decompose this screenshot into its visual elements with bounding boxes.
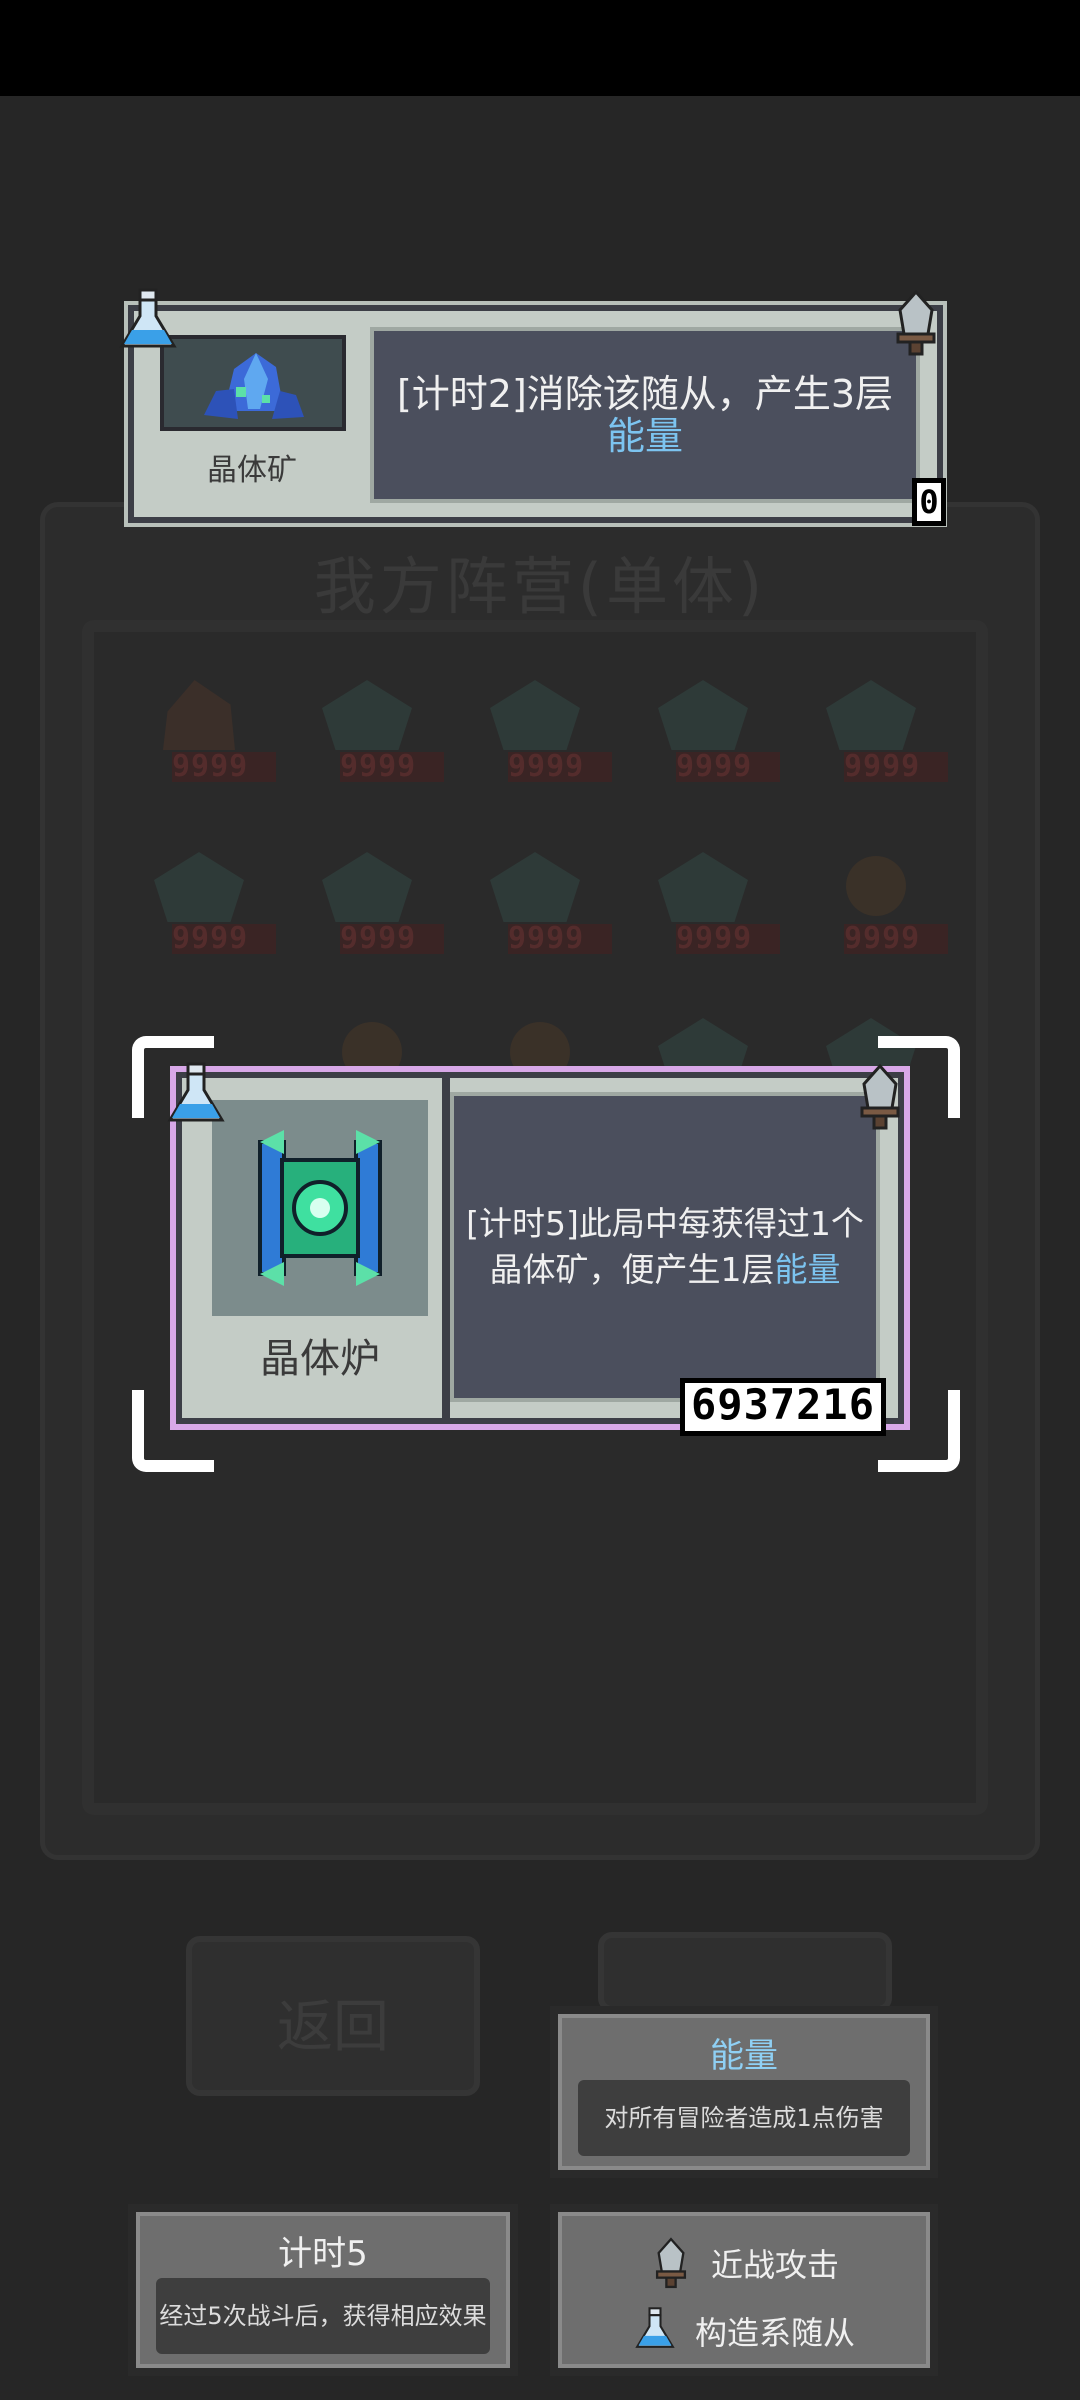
unit-slot[interactable]: 9999 (644, 670, 780, 782)
unit-slot[interactable]: 9999 (812, 670, 948, 782)
unit-slot[interactable]: 9999 (140, 842, 276, 954)
flask-icon (167, 1062, 225, 1122)
flask-icon (119, 288, 177, 348)
dagger-icon (655, 2237, 687, 2289)
status-bar (0, 0, 1080, 96)
tag-construct: 构造系随从 (558, 2304, 930, 2358)
crystal-ore-icon (160, 335, 346, 431)
energy-body: 对所有冒险者造成1点伤害 (578, 2080, 910, 2156)
unit-slot[interactable]: 9999 (140, 670, 276, 782)
crystal-furnace-description: [计时5]此局中每获得过1个晶体矿，便产生1层能量 (450, 1092, 880, 1402)
energy-title: 能量 (710, 2036, 778, 2076)
dagger-icon (896, 289, 936, 356)
timer-tooltip: 计时5 经过5次战斗后，获得相应效果 (128, 2204, 518, 2376)
dagger-icon (860, 1063, 900, 1130)
crystal-ore-name: 晶体矿 (207, 453, 297, 488)
flask-icon (635, 2307, 675, 2348)
crystal-furnace-icon (212, 1100, 428, 1316)
crystal-furnace-card[interactable]: 晶体炉 [计时5]此局中每获得过1个晶体矿，便产生1层能量 (176, 1072, 904, 1424)
timer-title: 计时5 (278, 2234, 368, 2274)
crystal-ore-counter: 0 (912, 478, 946, 526)
energy-tooltip: 能量 对所有冒险者造成1点伤害 (550, 2006, 938, 2178)
unit-slot[interactable]: 9999 (476, 670, 612, 782)
crystal-ore-card: 晶体矿 [计时2]消除该随从，产生3层能量 (128, 305, 943, 523)
back-button[interactable]: 返回 (186, 1936, 480, 2096)
timer-body: 经过5次战斗后，获得相应效果 (156, 2278, 490, 2354)
confirm-button[interactable] (598, 1932, 892, 2012)
unit-slot[interactable]: 9999 (308, 842, 444, 954)
crystal-ore-description: [计时2]消除该随从，产生3层能量 (370, 327, 920, 503)
tags-tooltip: 近战攻击 构造系随从 (550, 2204, 938, 2376)
tag-melee: 近战攻击 (558, 2236, 930, 2290)
unit-slot[interactable]: 9999 (308, 670, 444, 782)
unit-slot[interactable]: 9999 (476, 842, 612, 954)
panel-title: 我方阵营(单体) (313, 550, 767, 623)
unit-slot[interactable]: 9999 (812, 842, 948, 954)
crystal-furnace-name: 晶体炉 (260, 1336, 380, 1382)
unit-slot[interactable]: 9999 (644, 842, 780, 954)
crystal-furnace-counter: 6937216 (680, 1378, 887, 1436)
